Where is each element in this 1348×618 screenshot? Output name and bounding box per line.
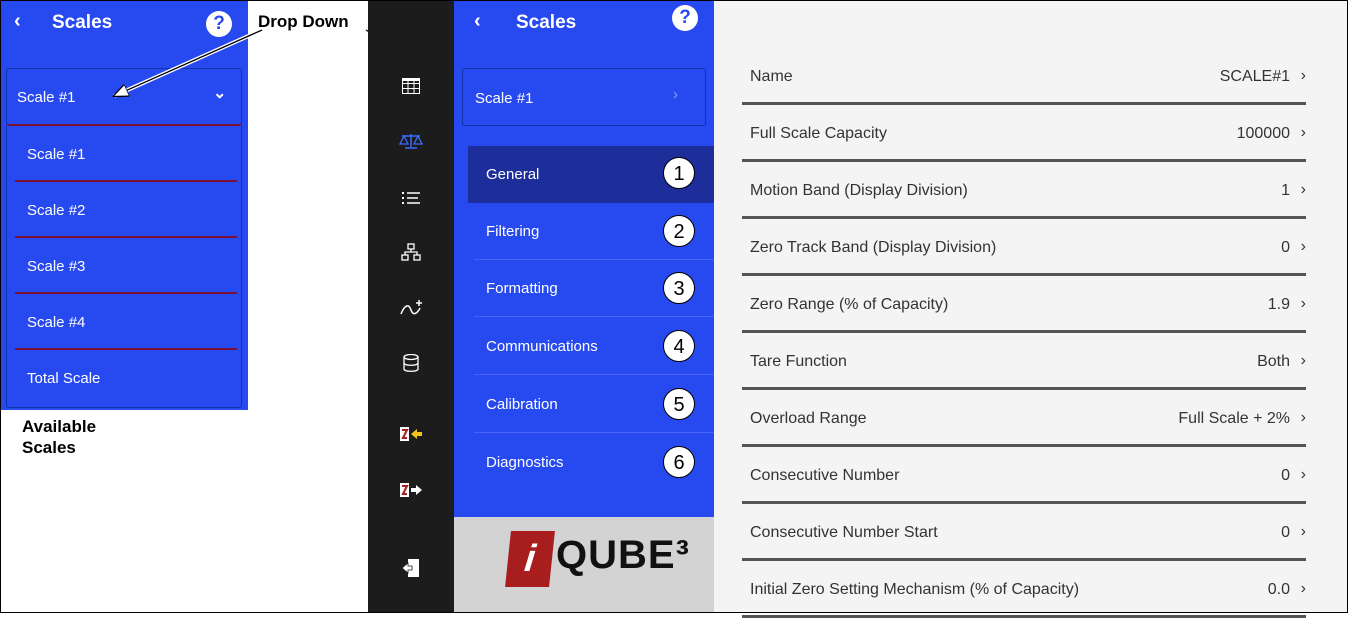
menu-title: Scales bbox=[516, 12, 577, 33]
callout-number-4: 4 bbox=[663, 330, 695, 362]
general-settings-list: Name SCALE#1 › Full Scale Capacity 100000 › … bbox=[714, 0, 1348, 618]
setting-value: Both bbox=[1257, 353, 1290, 370]
setting-value: 0 bbox=[1281, 467, 1290, 484]
callout-number-2: 2 bbox=[663, 215, 695, 247]
arrow-to-left-dropdown bbox=[114, 29, 263, 96]
scale-option-label: Scale #4 bbox=[27, 314, 86, 331]
scale-option-1[interactable]: Scale #1 bbox=[7, 126, 243, 182]
setting-row-consecutive-number-start[interactable]: Consecutive Number Start 0 › bbox=[736, 504, 1306, 561]
caption-line-2: Scales bbox=[22, 438, 76, 457]
setting-label: Consecutive Number Start bbox=[750, 524, 938, 541]
scale-options-list: Scale #1 Scale #2 Scale #3 Scale #4 Tota… bbox=[6, 126, 242, 408]
menu-item-label: General bbox=[486, 166, 540, 183]
scale-option-label: Scale #2 bbox=[27, 202, 86, 219]
setting-row-name[interactable]: Name SCALE#1 › bbox=[736, 48, 1306, 105]
export-icon[interactable] bbox=[396, 481, 426, 505]
setting-label: Motion Band (Display Division) bbox=[750, 182, 968, 199]
list-icon[interactable] bbox=[396, 187, 426, 211]
chevron-right-icon: › bbox=[1300, 238, 1306, 255]
setting-row-overload-range[interactable]: Overload Range Full Scale + 2% › bbox=[736, 390, 1306, 447]
scale-select[interactable]: Scale #1 › bbox=[462, 68, 706, 126]
menu-item-label: Formatting bbox=[486, 280, 558, 297]
scale-option-total[interactable]: Total Scale bbox=[7, 350, 243, 406]
setting-row-full-scale-capacity[interactable]: Full Scale Capacity 100000 › bbox=[736, 105, 1306, 162]
chevron-right-icon: › bbox=[1300, 67, 1306, 84]
setting-row-zero-track-band[interactable]: Zero Track Band (Display Division) 0 › bbox=[736, 219, 1306, 276]
setting-label: Zero Range (% of Capacity) bbox=[750, 296, 949, 313]
setting-row-consecutive-number[interactable]: Consecutive Number 0 › bbox=[736, 447, 1306, 504]
logo-area: i QUBE³ bbox=[454, 517, 714, 613]
scale-option-label: Scale #3 bbox=[27, 258, 86, 275]
network-icon[interactable] bbox=[396, 243, 426, 267]
transfer-icon[interactable] bbox=[396, 300, 426, 324]
chevron-right-icon: › bbox=[1300, 466, 1306, 483]
available-scales-caption: Available Scales bbox=[22, 416, 96, 458]
setting-value: 1.9 bbox=[1267, 296, 1290, 313]
setting-label: Zero Track Band (Display Division) bbox=[750, 239, 997, 256]
setting-value: 0 bbox=[1281, 239, 1290, 256]
chevron-right-icon: › bbox=[1300, 181, 1306, 198]
scale-select-value: Scale #1 bbox=[475, 90, 534, 107]
chevron-right-icon: › bbox=[1300, 124, 1306, 141]
setting-label: Initial Zero Setting Mechanism (% of Cap… bbox=[750, 581, 1080, 598]
chevron-right-icon[interactable]: › bbox=[673, 86, 678, 103]
callout-number-3: 3 bbox=[663, 272, 695, 304]
setting-row-initial-zero[interactable]: Initial Zero Setting Mechanism (% of Cap… bbox=[736, 561, 1306, 618]
scale-icon[interactable] bbox=[396, 132, 426, 156]
setting-value: 100000 bbox=[1236, 125, 1290, 142]
database-icon[interactable] bbox=[396, 353, 426, 378]
setting-label: Full Scale Capacity bbox=[750, 125, 887, 142]
setting-label: Consecutive Number bbox=[750, 467, 900, 484]
scale-option-label: Scale #1 bbox=[27, 146, 86, 163]
menu-item-label: Calibration bbox=[486, 396, 558, 413]
caption-line-1: Available bbox=[22, 417, 97, 436]
scale-option-4[interactable]: Scale #4 bbox=[7, 294, 243, 350]
callout-number-5: 5 bbox=[663, 388, 695, 420]
setting-value: 1 bbox=[1281, 182, 1290, 199]
logout-icon[interactable] bbox=[396, 558, 426, 582]
setting-row-tare-function[interactable]: Tare Function Both › bbox=[736, 333, 1306, 390]
callout-number-1: 1 bbox=[663, 157, 695, 189]
chevron-right-icon: › bbox=[1300, 523, 1306, 540]
divider bbox=[474, 432, 714, 433]
menu-item-label: Communications bbox=[486, 338, 598, 355]
setting-label: Overload Range bbox=[750, 410, 867, 427]
chevron-right-icon: › bbox=[1300, 580, 1306, 597]
chevron-right-icon: › bbox=[1300, 409, 1306, 426]
callout-number-6: 6 bbox=[663, 446, 695, 478]
chevron-right-icon: › bbox=[1300, 295, 1306, 312]
setting-value: Full Scale + 2% bbox=[1178, 410, 1290, 427]
menu-item-label: Diagnostics bbox=[486, 454, 564, 471]
divider bbox=[474, 374, 714, 375]
brand-logo-text: QUBE³ bbox=[556, 533, 690, 577]
scales-menu-panel: ‹ Scales ? Scale #1 › General Filtering … bbox=[454, 0, 714, 517]
brand-logo-mark: i bbox=[505, 531, 555, 587]
setting-row-motion-band[interactable]: Motion Band (Display Division) 1 › bbox=[736, 162, 1306, 219]
setting-value: 0 bbox=[1281, 524, 1290, 541]
setting-row-zero-range[interactable]: Zero Range (% of Capacity) 1.9 › bbox=[736, 276, 1306, 333]
setting-label: Tare Function bbox=[750, 353, 847, 370]
back-icon[interactable]: ‹ bbox=[474, 10, 481, 33]
setting-value: 0.0 bbox=[1267, 581, 1290, 598]
grid-icon[interactable] bbox=[396, 76, 426, 100]
chevron-right-icon: › bbox=[1300, 352, 1306, 369]
setting-value: SCALE#1 bbox=[1219, 68, 1290, 85]
setting-label: Name bbox=[750, 68, 793, 85]
scale-option-label: Total Scale bbox=[27, 370, 101, 387]
scale-option-2[interactable]: Scale #2 bbox=[7, 182, 243, 238]
scale-option-3[interactable]: Scale #3 bbox=[7, 238, 243, 294]
import-icon[interactable] bbox=[396, 425, 426, 449]
icon-sidebar bbox=[368, 0, 454, 613]
menu-item-label: Filtering bbox=[486, 223, 540, 240]
divider bbox=[474, 316, 714, 317]
help-icon[interactable]: ? bbox=[672, 5, 698, 31]
